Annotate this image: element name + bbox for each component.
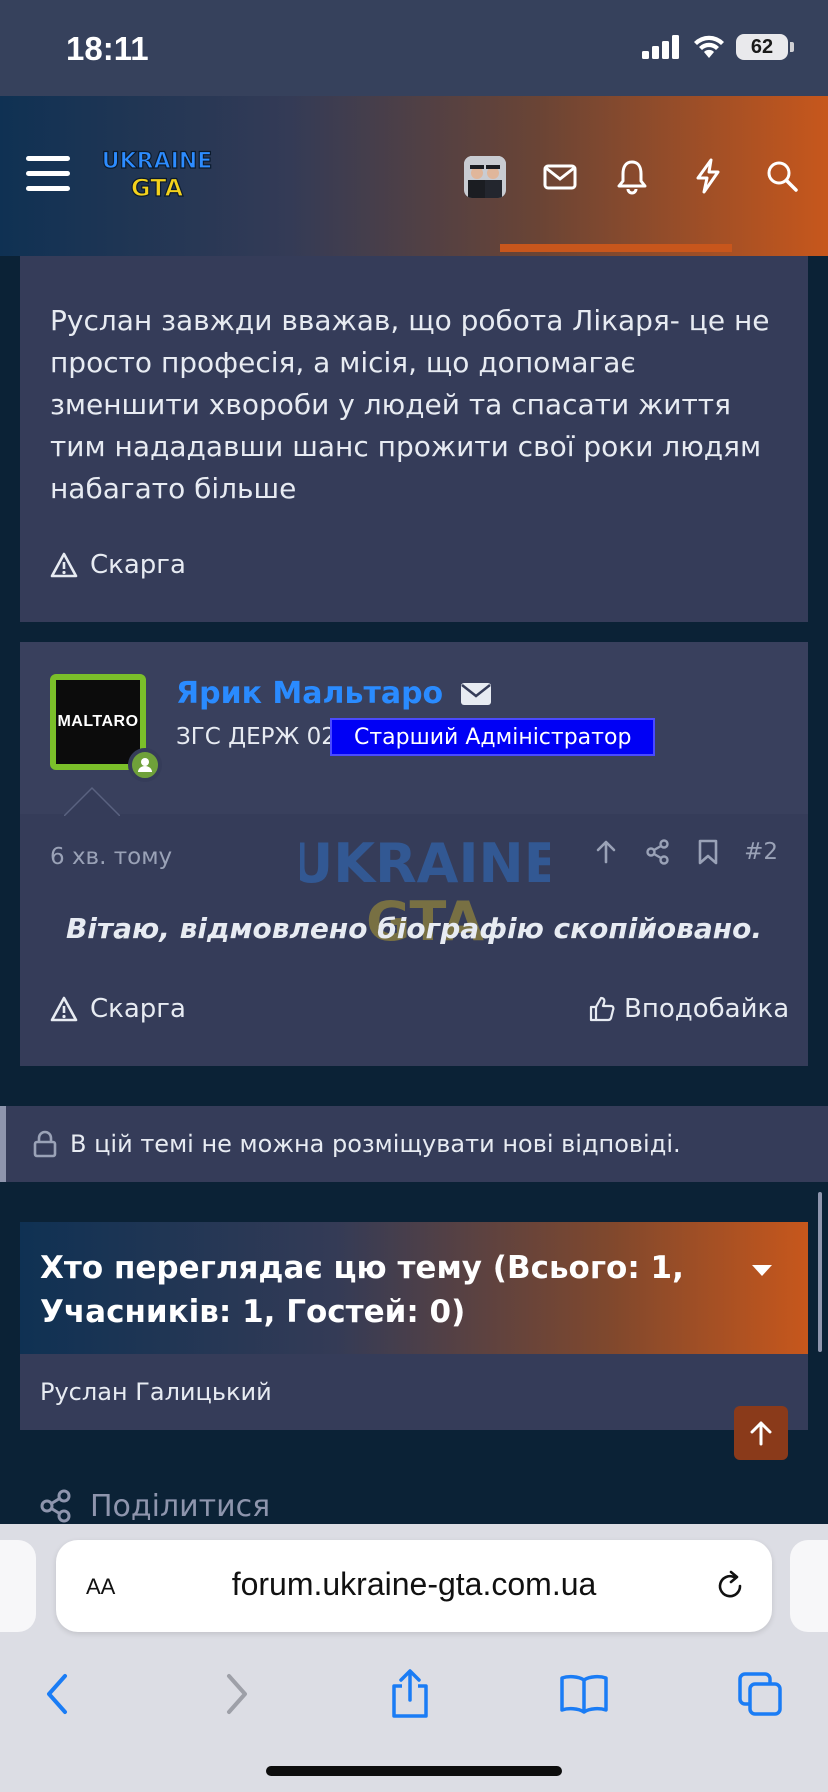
home-indicator (266, 1766, 562, 1776)
header-accent-bar (500, 244, 732, 252)
viewer-user[interactable]: Руслан Галицький (40, 1378, 272, 1406)
report-label: Скарга (90, 550, 186, 580)
lock-icon (33, 1130, 57, 1158)
author-user-title: ЗГС ДЕРЖ 02 (176, 724, 336, 750)
thumbs-up-icon (589, 996, 615, 1022)
author-name[interactable]: Ярик Мальтаро (176, 676, 492, 711)
page-scrollbar[interactable] (818, 1192, 822, 1352)
menu-icon-bar (26, 171, 70, 176)
search-icon[interactable] (762, 156, 802, 196)
locked-notice-text: В цій темі не можна розміщувати нові від… (70, 1130, 681, 1158)
thread-viewers-block: Хто переглядає цю тему (Всього: 1, Учасн… (20, 1222, 808, 1430)
report-label: Скарга (90, 994, 186, 1024)
bolt-icon[interactable] (688, 156, 728, 196)
user-avatar-header[interactable] (464, 156, 506, 198)
wifi-icon (694, 35, 724, 58)
post-1: Руслан завжди вважав, що робота Лікаря- … (20, 256, 808, 622)
battery-indicator: 62 (736, 34, 788, 60)
collapse-toggle-icon[interactable] (750, 1262, 774, 1278)
scroll-to-top-button[interactable] (734, 1406, 788, 1460)
like-label: Вподобайка (624, 994, 790, 1024)
post-2-body: Вітаю, відмовлено біографію скопійовано. (65, 912, 763, 945)
logo-line1: UKRAINE (102, 149, 212, 174)
share-icon (40, 1489, 71, 1523)
status-time: 18:11 (66, 30, 149, 67)
avatar-image (464, 156, 506, 198)
cellular-signal-icon (642, 35, 679, 59)
arrow-up-icon (750, 1421, 772, 1446)
warning-icon (50, 552, 78, 578)
message-author-icon[interactable] (460, 682, 492, 706)
post-1-body: Руслан завжди вважав, що робота Лікаря- … (50, 304, 770, 505)
share-sheet-button[interactable] (384, 1668, 436, 1720)
inbox-icon[interactable] (540, 156, 580, 196)
share-icon[interactable] (644, 838, 672, 866)
status-icons: 62 (642, 34, 794, 60)
share-sheet-icon (392, 1669, 428, 1718)
site-logo[interactable]: UKRAINE GTA (102, 142, 212, 204)
chevron-left-icon (47, 1674, 67, 1714)
menu-button[interactable] (26, 156, 70, 192)
warning-icon (50, 996, 78, 1022)
battery-tip (790, 42, 794, 52)
viewers-header[interactable]: Хто переглядає цю тему (Всього: 1, Учасн… (20, 1222, 808, 1354)
url-text[interactable]: forum.ukraine-gta.com.ua (56, 1566, 772, 1603)
tabs-button[interactable] (734, 1668, 786, 1720)
thread-locked-notice: В цій темі не можна розміщувати нові від… (0, 1106, 828, 1182)
author-pointer-arrow (64, 786, 120, 816)
reload-icon[interactable] (712, 1568, 748, 1604)
viewers-title: Хто переглядає цю тему (Всього: 1, Учасн… (40, 1250, 684, 1330)
share-label: Поділитися (90, 1488, 271, 1524)
share-page-button[interactable]: Поділитися (38, 1488, 270, 1524)
status-bar: 18:11 62 (0, 0, 828, 96)
logo-line2: GTA (131, 174, 184, 202)
menu-icon-bar (26, 186, 70, 191)
bookmark-icon[interactable] (696, 838, 720, 866)
post-actions: #2 (592, 838, 778, 866)
watermark-line1: UKRAINE (300, 832, 550, 895)
back-button[interactable] (32, 1668, 84, 1720)
browser-toolbar (0, 1654, 828, 1734)
browser-bottom-bar: AA forum.ukraine-gta.com.ua (0, 1524, 828, 1792)
post-time[interactable]: 6 хв. тому (50, 844, 172, 870)
viewers-list: Руслан Галицький (20, 1354, 808, 1430)
bell-icon[interactable] (612, 156, 652, 196)
chevron-right-icon (227, 1674, 247, 1714)
post-number-link[interactable]: #2 (744, 839, 778, 865)
upvote-arrow-icon[interactable] (592, 838, 620, 866)
like-button[interactable]: Вподобайка (588, 994, 789, 1024)
author-avatar-text: MALTARO (57, 713, 139, 730)
menu-icon-bar (26, 156, 70, 161)
post-2: MALTARO Ярик Мальтаро ЗГС ДЕРЖ 02 Старши… (20, 642, 808, 1066)
report-button[interactable]: Скарга (50, 994, 186, 1024)
previous-tab-preview[interactable] (0, 1540, 36, 1632)
author-name-text: Ярик Мальтаро (176, 676, 444, 711)
book-icon (560, 1674, 608, 1714)
bookmarks-button[interactable] (558, 1668, 610, 1720)
tabs-icon (738, 1672, 782, 1716)
next-tab-preview[interactable] (790, 1540, 828, 1632)
role-badge: Старший Адміністратор (330, 718, 656, 756)
forward-button[interactable] (210, 1668, 262, 1720)
online-status-icon (128, 748, 162, 782)
address-bar[interactable]: AA forum.ukraine-gta.com.ua (56, 1540, 772, 1632)
report-button[interactable]: Скарга (50, 550, 186, 580)
